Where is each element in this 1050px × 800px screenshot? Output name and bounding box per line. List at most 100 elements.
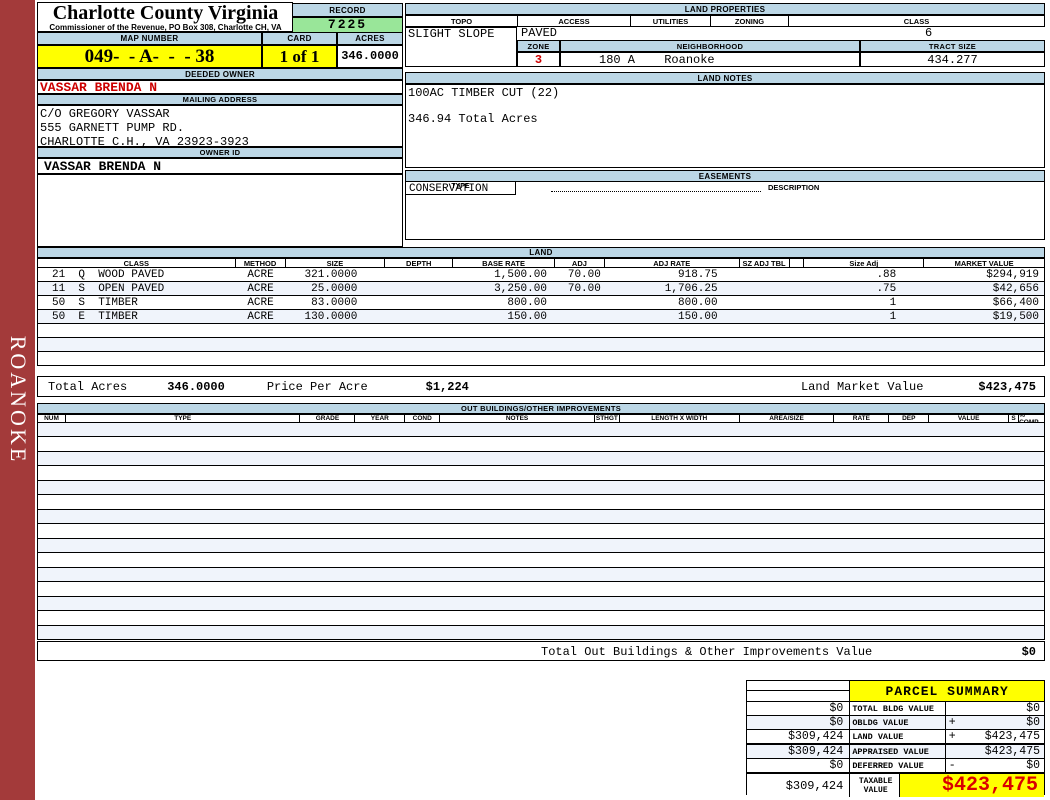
land-properties-values: PAVED 6 [517,27,1045,40]
ob-col-notes: NOTES [440,415,595,422]
land-size-adj: .75 [804,283,924,295]
summary-label: DEFERRED VALUE [850,759,945,772]
land-base-rate: 1,500.00 [453,269,555,281]
summary-amount: $423,475 [962,745,1044,758]
land-adj: 70.00 [555,283,605,295]
land-base-rate: 150.00 [453,311,555,323]
county-header: Charlotte County Virginia Commissioner o… [37,2,293,32]
taxable-label: TAXABLE VALUE [850,774,900,797]
land-empty-row [38,352,1044,366]
land-market-value: $294,919 [924,269,1044,281]
summary-value: $0 [946,702,1044,715]
land-size-adj: 1 [804,311,924,323]
summary-operator: + [946,730,962,743]
ob-col-dep: DEP [889,415,929,422]
neighborhood-value: 180 A Roanoke [560,52,860,67]
out-building-empty-row [38,495,1044,509]
land-size: 130.0000 [285,311,385,323]
land-row-3: 50 S TIMBER ACRE 83.0000 800.00 800.00 1… [38,296,1044,310]
out-buildings-columns: NUM TYPE GRADE YEAR COND NOTES STHGT LEN… [37,414,1045,423]
summary-label: OBLDG VALUE [850,716,945,729]
utilities-column-label: UTILITIES [631,16,711,26]
parcel-summary-title: PARCEL SUMMARY [850,681,1044,701]
land-properties-header: LAND PROPERTIES [405,3,1045,15]
total-acres-value: 346.0000 [167,380,225,394]
out-building-empty-row [38,626,1044,640]
easements-header: EASEMENTS [405,170,1045,182]
county-title: Charlotte County Virginia [38,3,293,23]
land-col-base-rate: BASE RATE [453,259,555,267]
land-method: ACRE [236,283,286,295]
summary-label: LAND VALUE [850,730,945,743]
out-building-empty-row [38,597,1044,611]
land-empty-row [38,324,1044,338]
land-class: 50 E TIMBER [38,311,236,323]
zone-label: ZONE [517,40,560,52]
county-subtitle: Commissioner of the Revenue, PO Box 308,… [38,23,293,32]
summary-row-land: $309,424 LAND VALUE + $423,475 [747,729,1044,743]
ob-col-area-size: AREA/SIZE [740,415,835,422]
summary-row-appraised: $309,424 APPRAISED VALUE $423,475 [747,743,1044,758]
price-per-acre-label: Price Per Acre [267,380,368,394]
land-properties-columns: TOPO ACCESS UTILITIES ZONING CLASS [405,15,1045,27]
ob-col-cond: COND [405,415,440,422]
out-building-empty-row [38,611,1044,625]
land-base-rate: 800.00 [453,297,555,309]
mailing-address-block: C/O GREGORY VASSAR 555 GARNETT PUMP RD. … [37,105,403,147]
land-size: 83.0000 [285,297,385,309]
out-building-empty-row [38,510,1044,524]
parcel-record-card: ROANOKE Charlotte County Virginia Commis… [0,0,1050,800]
land-note-line-2: 346.94 Total Acres [408,113,1044,126]
map-number-value: 049- - A- - - 38 [37,45,262,68]
out-building-empty-row [38,481,1044,495]
record-value: 7225 [292,17,403,33]
owner-id-label: OWNER ID [37,147,403,158]
ob-col-pct-comp: % COMP [1019,415,1044,422]
out-building-empty-row [38,423,1044,437]
land-col-market-value: MARKET VALUE [924,259,1044,267]
tract-size-label: TRACT SIZE [860,40,1045,52]
zoning-column-label: ZONING [711,16,789,26]
land-adj-rate: 918.75 [605,269,740,281]
land-col-size-adj: Size Adj [804,259,924,267]
land-col-adj: ADJ [555,259,605,267]
out-buildings-rows [37,423,1045,640]
out-building-empty-row [38,539,1044,553]
land-method: ACRE [236,269,286,281]
land-row-1: 21 Q WOOD PAVED ACRE 321.0000 1,500.00 7… [38,268,1044,282]
land-col-class: CLASS [38,259,236,267]
land-method: ACRE [236,311,286,323]
land-col-depth: DEPTH [385,259,453,267]
land-market-value-label: Land Market Value [801,380,923,394]
summary-label: TOTAL BLDG VALUE [850,702,945,715]
out-buildings-total-row: Total Out Buildings & Other Improvements… [37,641,1045,661]
easements-columns: TYPE CONSERVATION DESCRIPTION [405,182,1045,195]
summary-value: - $0 [946,759,1044,772]
land-col-size: SIZE [286,259,386,267]
summary-left-value: $0 [747,716,850,729]
parcel-summary-header-spacer [747,681,850,701]
summary-left-value: $0 [747,702,850,715]
land-class: 21 Q WOOD PAVED [38,269,236,281]
ob-col-num: NUM [38,415,66,422]
easement-type-cell: TYPE CONSERVATION [406,182,516,195]
land-totals-row: Total Acres 346.0000 Price Per Acre $1,2… [37,376,1045,397]
land-row-2: 11 S OPEN PAVED ACRE 25.0000 3,250.00 70… [38,282,1044,296]
summary-row-total-bldg: $0 TOTAL BLDG VALUE $0 [747,701,1044,715]
summary-value: $423,475 [946,745,1044,758]
land-notes-box: 100AC TIMBER CUT (22) 346.94 Total Acres [405,84,1045,168]
out-building-empty-row [38,437,1044,451]
acres-value: 346.0000 [337,45,403,68]
summary-left-value: $309,424 [747,730,850,743]
neighborhood-code: 180 A [599,53,635,67]
land-market-value-total: $423,475 [978,380,1036,394]
address-line-1: C/O GREGORY VASSAR [40,107,402,121]
taxable-left-value: $309,424 [747,774,850,797]
land-adj-rate: 1,706.25 [605,283,740,295]
summary-left-value: $309,424 [747,745,850,758]
land-table-header: LAND [37,247,1045,258]
tract-size-value: 434.277 [860,52,1045,67]
deeded-owner-label: DEEDED OWNER [37,68,403,80]
out-buildings-total-value: $0 [1022,645,1036,659]
summary-left-value: $0 [747,759,850,772]
